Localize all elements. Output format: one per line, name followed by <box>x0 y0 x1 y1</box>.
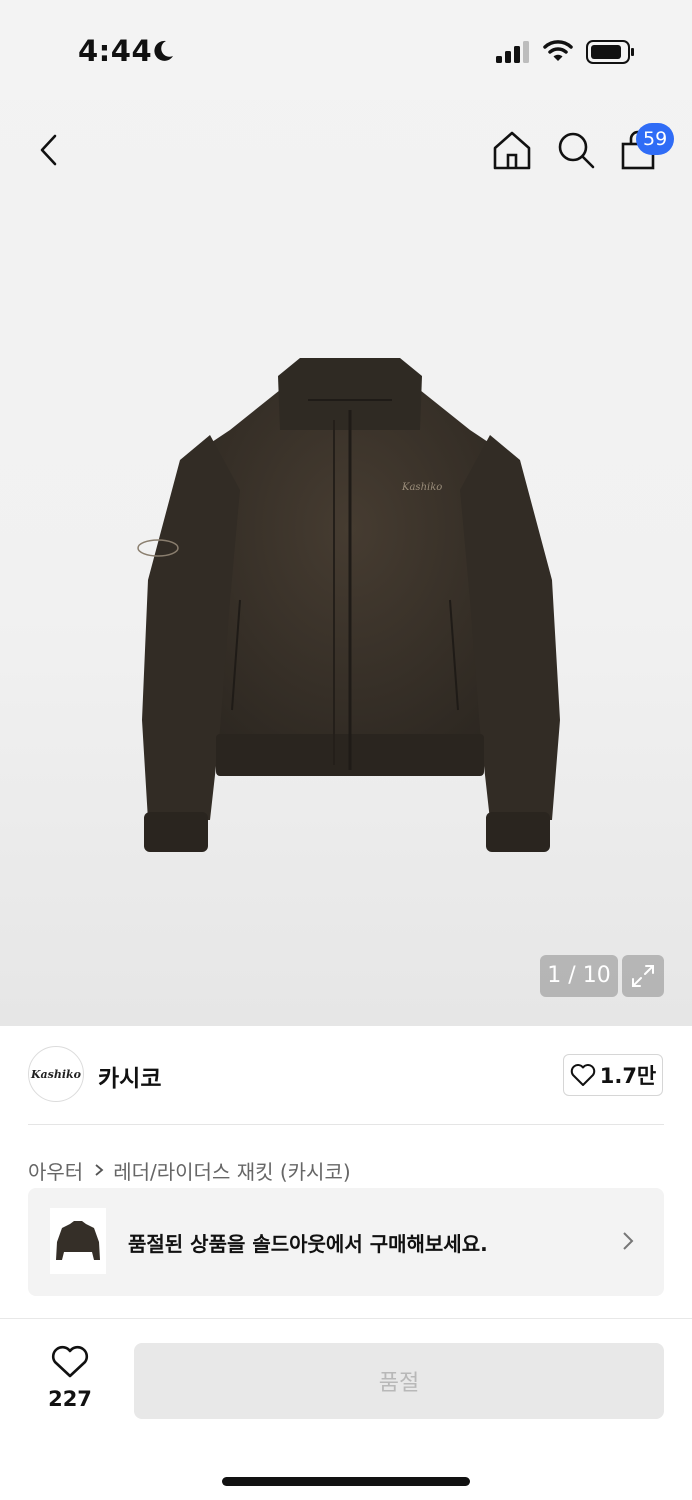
battery-icon <box>586 40 634 64</box>
banner-product-thumbnail <box>50 1208 106 1274</box>
brand-like-button[interactable]: 1.7만 <box>563 1054 663 1096</box>
top-navigation <box>0 100 692 200</box>
breadcrumb: 아우터 레더/라이더스 재킷 (카시코) <box>28 1156 351 1184</box>
heart-icon <box>51 1345 89 1378</box>
back-icon <box>40 134 57 166</box>
breadcrumb-subcategory[interactable]: 레더/라이더스 재킷 (카시코) <box>113 1156 350 1185</box>
brand-logo[interactable]: Kashiko <box>28 1046 84 1102</box>
brand-like-count: 1.7만 <box>599 1064 657 1088</box>
status-time: 4:44 <box>78 34 153 68</box>
breadcrumb-category[interactable]: 아우터 <box>28 1156 83 1185</box>
image-page-indicator: 1 / 10 <box>540 955 618 997</box>
search-button[interactable] <box>554 128 598 172</box>
soldout-banner[interactable]: 품절된 상품을 솔드아웃에서 구매해보세요. <box>28 1188 664 1296</box>
cart-count-badge: 59 <box>636 123 675 155</box>
home-indicator <box>222 1477 470 1486</box>
divider <box>28 1124 664 1125</box>
brand-name[interactable]: 카시코 <box>98 1059 161 1093</box>
product-image: Kashiko <box>137 358 560 852</box>
heart-icon <box>570 1064 595 1086</box>
home-icon <box>493 131 531 170</box>
bottom-action-bar: 227 품절 <box>0 1318 692 1500</box>
svg-text:Kashiko: Kashiko <box>401 482 442 493</box>
status-bar: 4:44 <box>0 0 692 100</box>
brand-row: Kashiko 카시코 1.7만 <box>0 1026 692 1126</box>
wishlist-count: 227 <box>48 1387 92 1411</box>
back-button[interactable] <box>30 128 70 172</box>
search-icon <box>558 132 595 169</box>
chevron-right-icon <box>623 1232 634 1250</box>
soldout-button[interactable]: 품절 <box>134 1343 664 1419</box>
chevron-right-icon <box>95 1164 104 1176</box>
expand-image-button[interactable] <box>622 955 664 997</box>
expand-icon <box>632 965 654 987</box>
signal-icon <box>496 41 529 63</box>
soldout-banner-text: 품절된 상품을 솔드아웃에서 구매해보세요. <box>128 1232 488 1256</box>
wifi-icon <box>543 40 573 61</box>
home-button[interactable] <box>490 128 534 172</box>
wishlist-button[interactable]: 227 <box>40 1345 100 1421</box>
moon-icon <box>154 40 173 61</box>
